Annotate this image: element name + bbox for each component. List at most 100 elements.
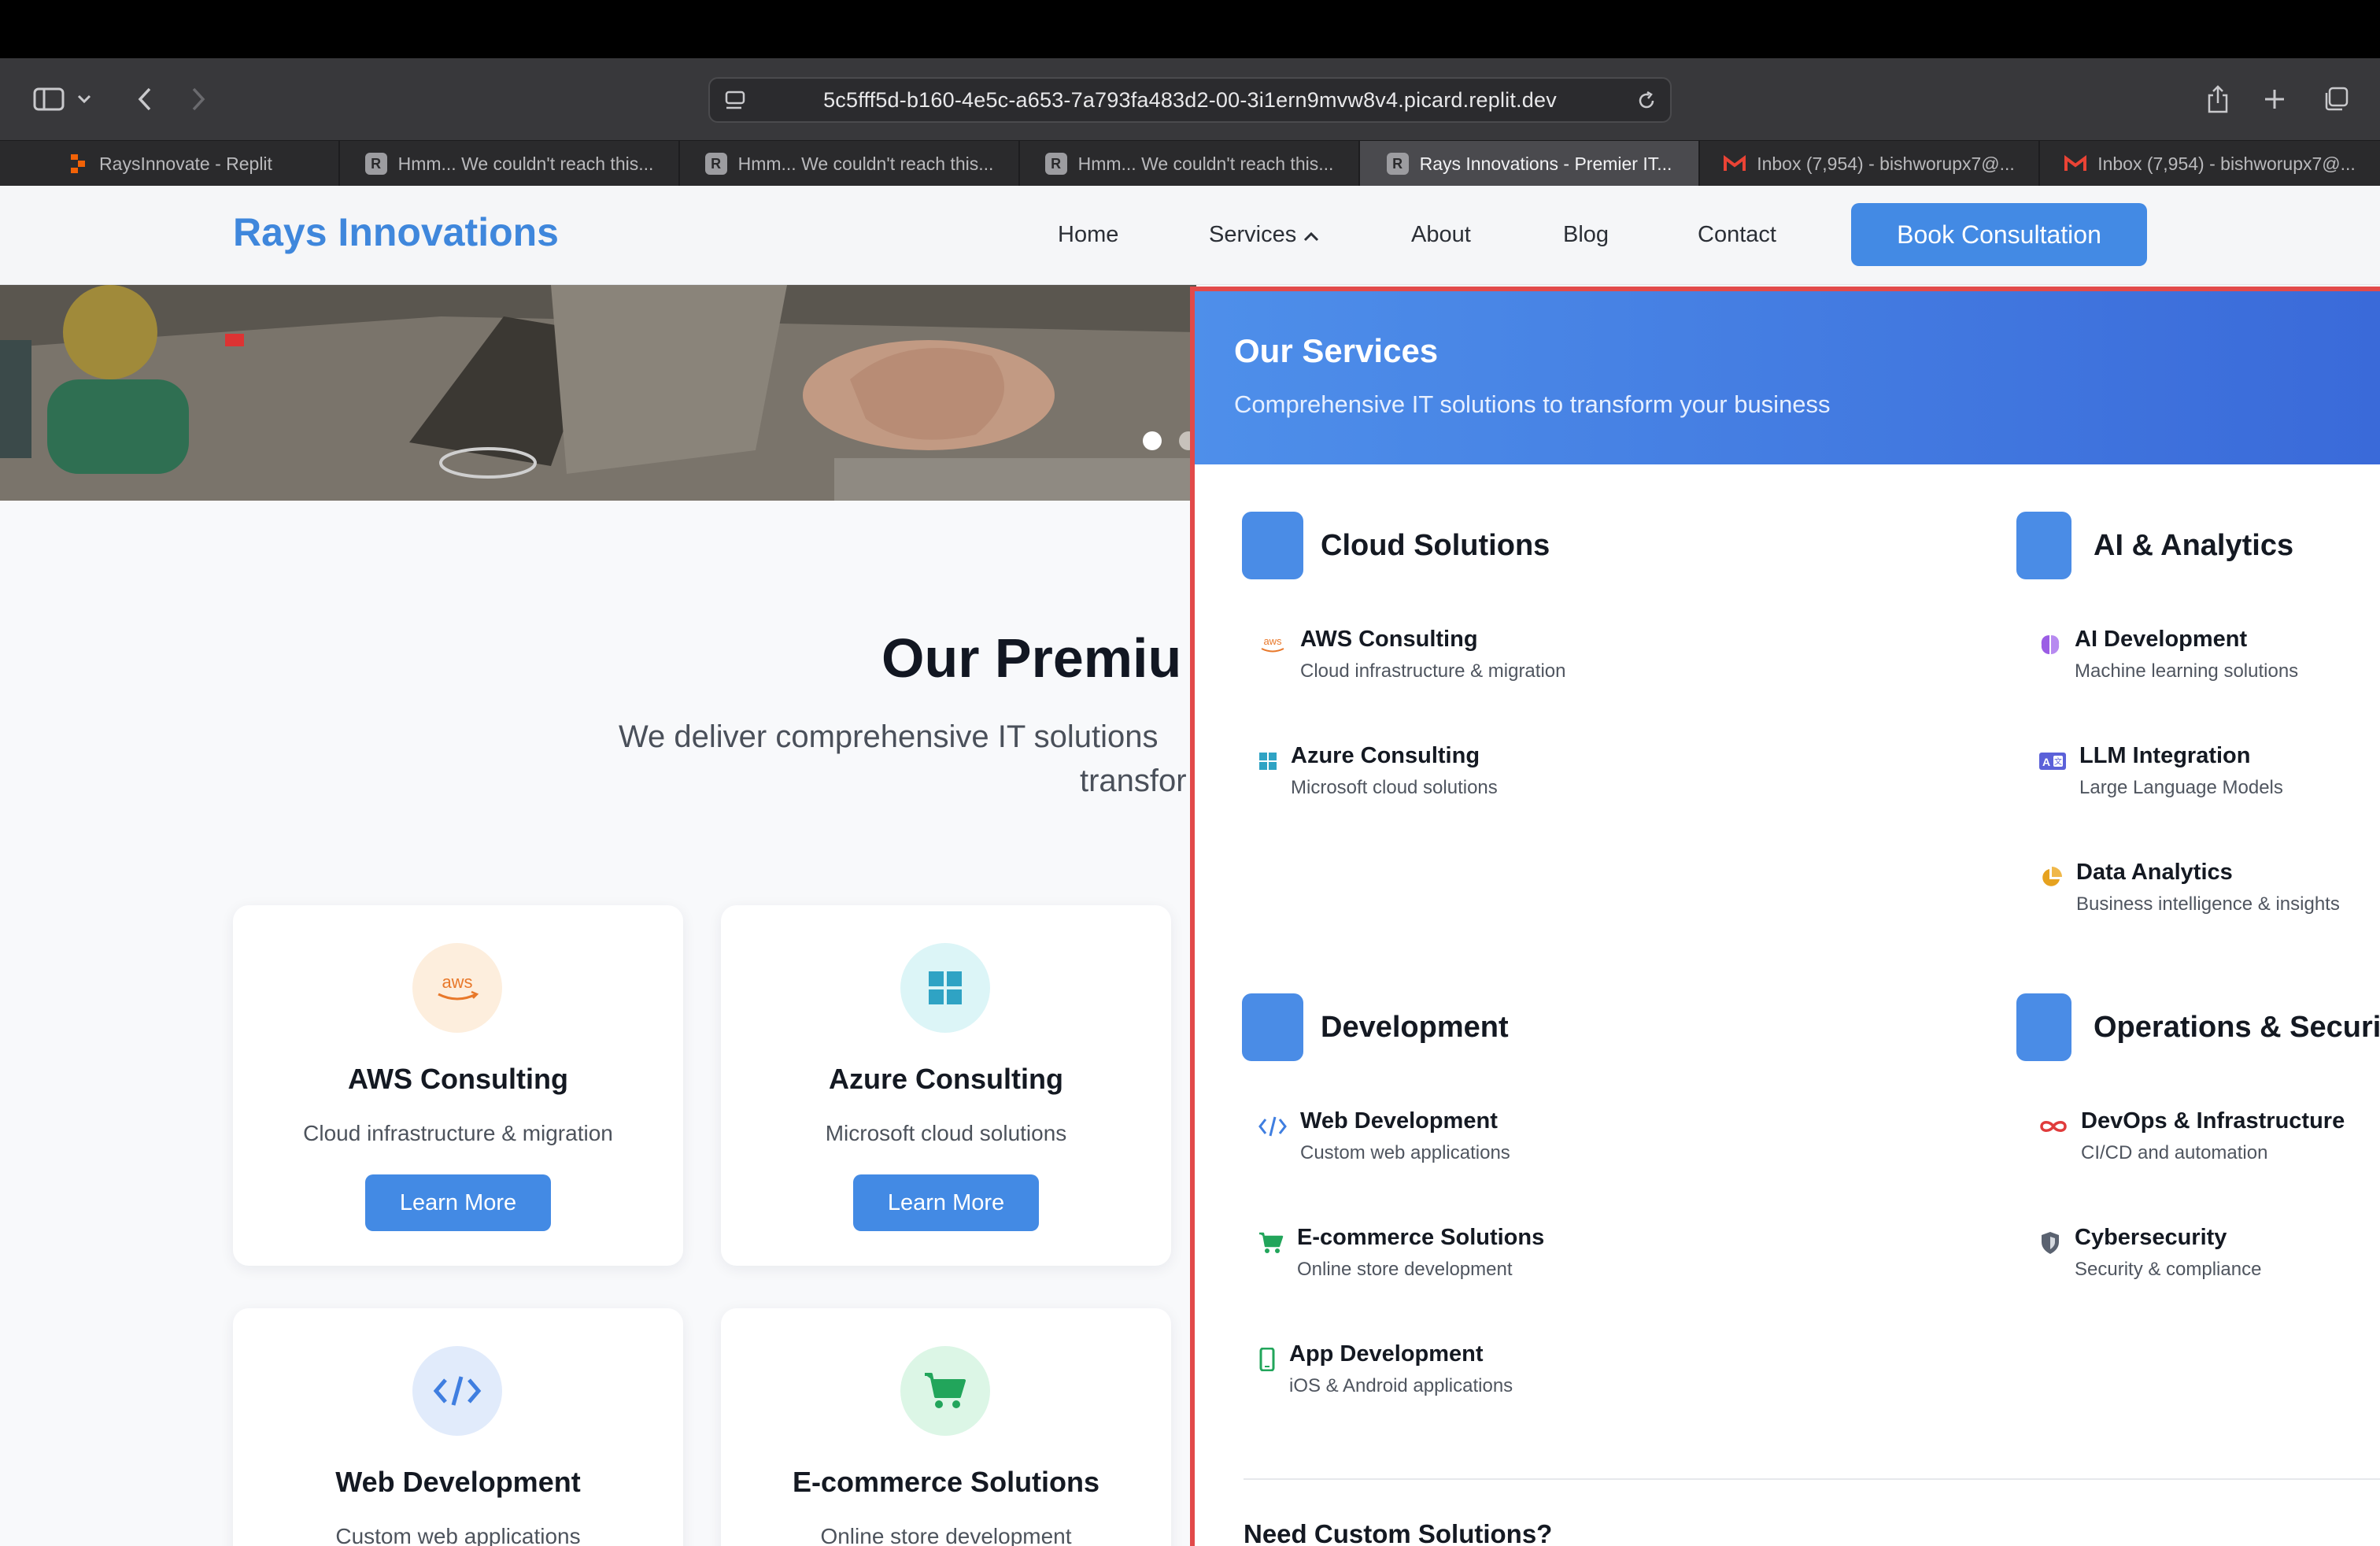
- svg-text:A: A: [2042, 756, 2050, 768]
- r-favicon-icon: R: [1044, 153, 1067, 175]
- menu-item-ai-development[interactable]: AI Development Machine learning solution…: [2038, 627, 2298, 682]
- service-card-aws: aws AWS Consulting Cloud infrastructure …: [233, 905, 683, 1266]
- browser-toolbar: 5c5fff5d-b160-4e5c-a653-7a793fa483d2-00-…: [0, 58, 2380, 140]
- nav-blog[interactable]: Blog: [1563, 222, 1609, 248]
- card-title: Web Development: [335, 1466, 581, 1498]
- shield-icon: [2038, 1228, 2062, 1258]
- mobile-icon: [1258, 1344, 1277, 1374]
- card-title: E-commerce Solutions: [792, 1466, 1100, 1498]
- menu-item-title: Cybersecurity: [2075, 1225, 2227, 1250]
- service-card-web-dev: Web Development Custom web applications: [233, 1308, 683, 1546]
- new-tab-icon[interactable]: [2254, 79, 2295, 120]
- nav-contact[interactable]: Contact: [1698, 222, 1776, 248]
- tab-title: Hmm... We couldn't reach this...: [737, 153, 994, 174]
- svg-text:aws: aws: [1263, 635, 1282, 647]
- learn-more-button[interactable]: Learn More: [853, 1174, 1039, 1231]
- category-icon-ai: [2016, 512, 2071, 579]
- menu-item-title: Azure Consulting: [1291, 743, 1480, 768]
- tab-overview-icon[interactable]: [2315, 79, 2356, 120]
- gmail-icon: [2064, 153, 2087, 175]
- learn-more-button[interactable]: Learn More: [365, 1174, 551, 1231]
- menu-item-azure-consulting[interactable]: Azure Consulting Microsoft cloud solutio…: [1258, 743, 1498, 799]
- menu-item-web-development[interactable]: Web Development Custom web applications: [1258, 1108, 1510, 1164]
- r-favicon-icon: R: [704, 153, 727, 175]
- services-mega-menu: Our Services Comprehensive IT solutions …: [1190, 287, 2380, 1546]
- section-subtitle-line2: transfor: [1080, 764, 1187, 798]
- infinity-icon: [2038, 1111, 2068, 1141]
- category-icon-development: [1242, 993, 1303, 1061]
- menu-item-cybersecurity[interactable]: Cybersecurity Security & compliance: [2038, 1225, 2261, 1281]
- menu-item-ecommerce[interactable]: E-commerce Solutions Online store develo…: [1258, 1225, 1544, 1281]
- category-title-ai: AI & Analytics: [2094, 529, 2294, 562]
- r-favicon-icon: R: [1386, 153, 1409, 175]
- service-card-azure: Azure Consulting Microsoft cloud solutio…: [721, 905, 1171, 1266]
- tab-gmail-inbox-1[interactable]: Inbox (7,954) - bishworupx7@...: [1700, 141, 2040, 187]
- menu-item-aws-consulting[interactable]: aws AWS Consulting Cloud infrastructure …: [1258, 627, 1565, 682]
- nav-services[interactable]: Services: [1209, 222, 1320, 248]
- menu-item-data-analytics[interactable]: Data Analytics Business intelligence & i…: [2038, 860, 2340, 915]
- menu-item-title: DevOps & Infrastructure: [2081, 1108, 2345, 1134]
- book-consultation-button[interactable]: Book Consultation: [1851, 203, 2147, 266]
- windows-icon: [900, 943, 990, 1033]
- menu-item-desc: CI/CD and automation: [2081, 1142, 2268, 1163]
- tab-title: Inbox (7,954) - bishworupx7@...: [2097, 153, 2356, 174]
- menu-item-desc: Online store development: [1297, 1259, 1513, 1280]
- code-icon: [412, 1346, 502, 1436]
- tab-unreachable-2[interactable]: R Hmm... We couldn't reach this...: [680, 141, 1020, 187]
- aws-icon: aws: [412, 943, 502, 1033]
- windows-icon: [1258, 746, 1278, 776]
- card-description: Custom web applications: [335, 1524, 581, 1546]
- tab-unreachable-1[interactable]: R Hmm... We couldn't reach this...: [340, 141, 680, 187]
- address-bar[interactable]: 5c5fff5d-b160-4e5c-a653-7a793fa483d2-00-…: [708, 77, 1672, 123]
- chevron-down-icon[interactable]: [72, 79, 96, 120]
- menu-item-desc: Custom web applications: [1300, 1142, 1510, 1163]
- menu-item-desc: Business intelligence & insights: [2076, 893, 2340, 915]
- nav-home[interactable]: Home: [1058, 222, 1118, 248]
- service-card-ecommerce: E-commerce Solutions Online store develo…: [721, 1308, 1171, 1546]
- menu-item-devops[interactable]: DevOps & Infrastructure CI/CD and automa…: [2038, 1108, 2345, 1164]
- card-description: Microsoft cloud solutions: [825, 1121, 1067, 1145]
- sidebar-toggle-icon[interactable]: [28, 79, 69, 120]
- category-icon-operations: [2016, 993, 2071, 1061]
- menu-item-desc: Cloud infrastructure & migration: [1300, 660, 1566, 682]
- chevron-up-icon: [1303, 222, 1320, 248]
- menu-item-title: AWS Consulting: [1300, 627, 1478, 652]
- tab-gmail-inbox-2[interactable]: Inbox (7,954) - bishworupx7@...: [2040, 141, 2380, 187]
- menu-item-llm-integration[interactable]: A文 LLM Integration Large Language Models: [2038, 743, 2283, 799]
- category-icon-cloud: [1242, 512, 1303, 579]
- tab-title: Inbox (7,954) - bishworupx7@...: [1757, 153, 2015, 174]
- share-icon[interactable]: [2197, 79, 2238, 120]
- tab-unreachable-3[interactable]: R Hmm... We couldn't reach this...: [1020, 141, 1360, 187]
- carousel-dot-active[interactable]: [1143, 431, 1162, 450]
- url-text: 5c5fff5d-b160-4e5c-a653-7a793fa483d2-00-…: [823, 87, 1557, 112]
- brain-icon: [2038, 630, 2062, 660]
- menu-item-desc: Machine learning solutions: [2075, 660, 2299, 682]
- nav-about[interactable]: About: [1411, 222, 1471, 248]
- menu-item-app-development[interactable]: App Development iOS & Android applicatio…: [1258, 1341, 1513, 1397]
- category-title-cloud: Cloud Solutions: [1321, 529, 1550, 562]
- card-description: Cloud infrastructure & migration: [303, 1121, 613, 1145]
- tab-title: Hmm... We couldn't reach this...: [397, 153, 654, 174]
- mega-menu-header: Our Services Comprehensive IT solutions …: [1195, 291, 2380, 464]
- back-icon[interactable]: [124, 79, 165, 120]
- menu-item-title: LLM Integration: [2079, 743, 2251, 768]
- menu-item-title: AI Development: [2075, 627, 2248, 652]
- tab-raysinnovate-replit[interactable]: RaysInnovate - Replit: [0, 141, 340, 187]
- tab-title: Rays Innovations - Premier IT...: [1419, 153, 1672, 174]
- section-subtitle: We deliver comprehensive IT solutions: [619, 719, 1159, 754]
- macos-menu-bar: [0, 0, 2380, 58]
- forward-icon[interactable]: [178, 79, 219, 120]
- tab-bar: RaysInnovate - Replit R Hmm... We couldn…: [0, 140, 2380, 187]
- tab-rays-innovations[interactable]: R Rays Innovations - Premier IT...: [1360, 141, 1700, 187]
- reload-icon[interactable]: [1635, 90, 1658, 116]
- site-logo[interactable]: Rays Innovations: [233, 209, 559, 255]
- menu-item-desc: Security & compliance: [2075, 1259, 2262, 1280]
- svg-text:文: 文: [2054, 756, 2062, 767]
- replit-icon: [66, 153, 88, 175]
- services-section: Our Premiu We deliver comprehensive IT s…: [0, 501, 1196, 1546]
- custom-solutions-heading: Need Custom Solutions?: [1244, 1519, 1553, 1546]
- hero-photo: [0, 285, 1196, 501]
- cart-icon: [1258, 1228, 1284, 1258]
- hero-carousel-image: [0, 285, 1196, 501]
- svg-text:aws: aws: [442, 972, 472, 992]
